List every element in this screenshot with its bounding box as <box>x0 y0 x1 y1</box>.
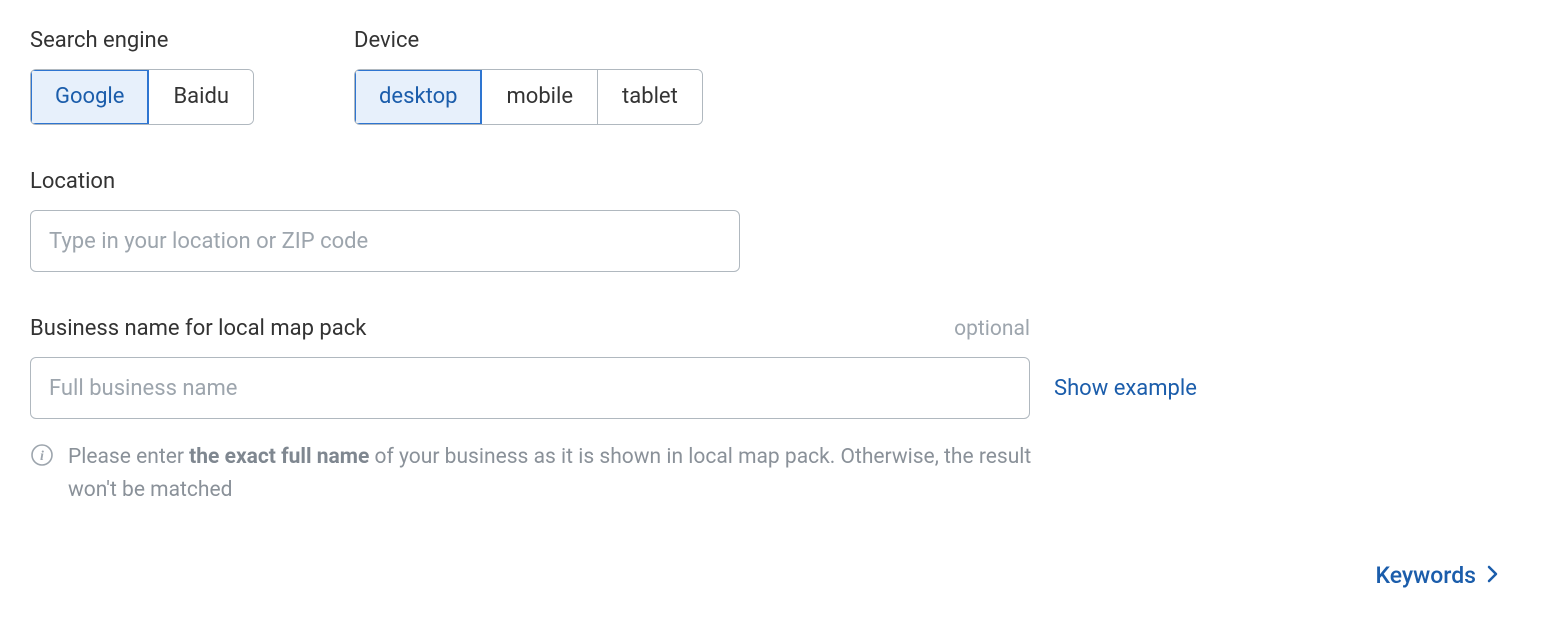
search-engine-option-baidu[interactable]: Baidu <box>149 70 253 124</box>
device-option-desktop[interactable]: desktop <box>355 70 482 124</box>
show-example-link[interactable]: Show example <box>1054 376 1197 401</box>
search-engine-group: Search engine Google Baidu <box>30 28 254 125</box>
device-option-mobile[interactable]: mobile <box>482 70 598 124</box>
business-hint-text: Please enter the exact full name of your… <box>68 441 1068 506</box>
chevron-right-icon <box>1486 564 1500 588</box>
location-label: Location <box>30 169 1520 194</box>
svg-text:i: i <box>40 449 44 464</box>
business-name-input[interactable] <box>30 357 1030 419</box>
business-group: Business name for local map pack optiona… <box>30 316 1520 506</box>
device-option-tablet[interactable]: tablet <box>598 70 702 124</box>
device-segmented: desktop mobile tablet <box>354 69 703 125</box>
search-engine-option-google[interactable]: Google <box>31 70 149 124</box>
search-engine-label: Search engine <box>30 28 254 53</box>
keywords-link[interactable]: Keywords <box>1375 562 1476 589</box>
business-optional-tag: optional <box>954 317 1030 341</box>
search-engine-segmented: Google Baidu <box>30 69 254 125</box>
device-group: Device desktop mobile tablet <box>354 28 703 125</box>
business-label: Business name for local map pack <box>30 316 366 341</box>
hint-prefix: Please enter <box>68 445 189 469</box>
info-icon: i <box>30 443 54 467</box>
hint-bold: the exact full name <box>189 445 369 469</box>
device-label: Device <box>354 28 703 53</box>
footer-nav: Keywords <box>30 562 1500 589</box>
location-group: Location <box>30 169 1520 272</box>
location-input[interactable] <box>30 210 740 272</box>
